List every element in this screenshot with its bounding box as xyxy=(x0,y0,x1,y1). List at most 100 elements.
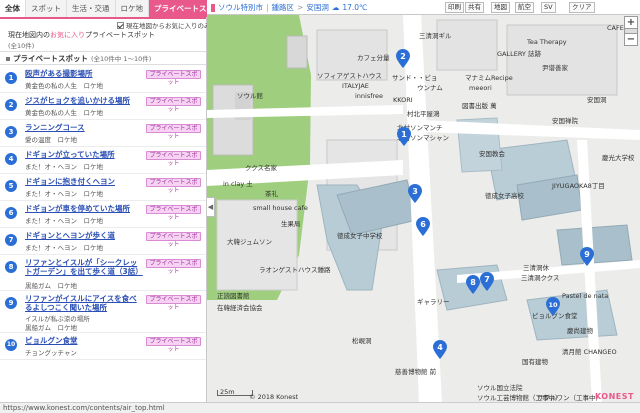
list-item[interactable]: 2 ジスがヒョクを追いかける場所 黄金色の私の人生 ロケ地 プライベートスポット xyxy=(0,93,206,120)
map-label: 三清洞ギル xyxy=(419,32,452,40)
list-item[interactable]: 3 ランニングコース 愛の温度 ロケ地 プライベートスポット xyxy=(0,120,206,147)
map-canvas xyxy=(207,0,640,402)
private-spot-badge: プライベートスポット xyxy=(146,151,201,167)
streetview-button[interactable]: SV xyxy=(541,2,556,13)
spot-title-link[interactable]: ドギョンが立っていた場所 xyxy=(25,150,140,159)
spot-title-link[interactable]: ドギョンに抱き付くヘヨン xyxy=(25,177,140,186)
map-label: 在韓経済会協会 xyxy=(217,304,263,312)
marker-number: 1 xyxy=(401,130,407,139)
spot-title-link[interactable]: ピョルグン食堂 xyxy=(25,336,140,345)
tab-life-transport[interactable]: 生活・交通 xyxy=(67,0,116,17)
map-label: innisfree xyxy=(355,92,384,100)
map-marker[interactable]: 7 xyxy=(479,272,495,292)
map-copyright: © 2018 Konest xyxy=(249,393,299,401)
map-label: CAFE xyxy=(607,24,624,32)
list-item[interactable]: 5 ドギョンに抱き付くヘヨン また！オ・ヘヨン ロケ地 プライベートスポット xyxy=(0,174,206,201)
map-label: 慈善博物館 前 xyxy=(395,368,437,376)
map-label: Pastel de nata xyxy=(562,292,609,300)
map-label: ITALYJAE xyxy=(342,82,369,90)
marker-number: 9 xyxy=(584,250,590,259)
spot-title-link[interactable]: ランニングコース xyxy=(25,123,140,132)
spot-title-link[interactable]: 殴声がある撮影場所 xyxy=(25,69,140,78)
marker-number: 10 xyxy=(548,301,558,309)
print-button[interactable]: 印刷 xyxy=(445,2,464,13)
list-item[interactable]: 1 殴声がある撮影場所 黄金色の私の人生 ロケ地 プライベートスポット xyxy=(0,66,206,93)
map-mode-button[interactable]: 地図 xyxy=(491,2,510,13)
list-item[interactable]: 4 ドギョンが立っていた場所 また！オ・ヘヨン ロケ地 プライベートスポット xyxy=(0,147,206,174)
spot-title-link[interactable]: リファンがイスルにアイスを食べるよしつこく聞いた場所 xyxy=(25,294,140,312)
map-view[interactable]: ソウル特別市 | 鍾路区 > 安国洞 ☁ 17.0℃ 印刷 共有 地図 航空 S… xyxy=(207,0,640,402)
spot-subtitle: また！オ・ヘヨン ロケ地 xyxy=(25,163,103,171)
list-item[interactable]: 10 ピョルグン食堂 チョングッチャン プライベートスポット xyxy=(0,333,206,360)
spot-title-link[interactable]: リファンとイスルが「シークレットガーデン」を出て歩く道（3話） xyxy=(25,258,143,276)
spot-title-link[interactable]: ジスがヒョクを追いかける場所 xyxy=(25,96,140,105)
map-label: 図書出版 萬 xyxy=(462,102,497,110)
map-marker[interactable]: 10 xyxy=(545,297,561,317)
tab-all[interactable]: 全体 xyxy=(0,0,26,17)
marker-number: 3 xyxy=(412,187,418,196)
spot-subtitle: 黄金色の私の人生 ロケ地 xyxy=(25,109,103,117)
map-label: 徳成女子高校 xyxy=(485,192,524,200)
marker-number-badge: 7 xyxy=(5,234,17,246)
spot-subtitle: 黄金色の私の人生 ロケ地 xyxy=(25,82,103,90)
list-item[interactable]: 7 ドギョンとヘヨンが歩く道 また！オ・ヘヨン ロケ地 プライベートスポット xyxy=(0,228,206,255)
private-spot-badge: プライベートスポット xyxy=(146,337,201,353)
tab-spots[interactable]: スポット xyxy=(26,0,67,17)
spot-title-link[interactable]: ドギョンが車を停めていた場所 xyxy=(25,204,140,213)
section-count: (全10件中 1〜10件) xyxy=(91,55,152,63)
marker-number-badge: 6 xyxy=(5,207,17,219)
spot-subtitle: また！オ・ヘヨン ロケ地 xyxy=(25,217,103,225)
breadcrumb-area[interactable]: 安国洞 xyxy=(306,2,329,13)
status-bar: https://www.konest.com/contents/air_top.… xyxy=(0,402,640,413)
map-label: ソウル館 xyxy=(237,92,263,100)
map-marker[interactable]: 6 xyxy=(415,217,431,237)
marker-number-badge: 2 xyxy=(5,99,17,111)
map-label: 大韓ジュムソン xyxy=(227,238,273,246)
map-label: 清月館 CHANGEO xyxy=(562,348,617,356)
section-header: プライベートスポット (全10件中 1〜10件) xyxy=(0,51,206,65)
map-label: 慶尚建物 xyxy=(567,327,593,335)
map-label: 尹谱善家 xyxy=(542,64,568,72)
list-item[interactable]: 9 リファンがイスルにアイスを食べるよしつこく聞いた場所 イスルが私ぶ涼の場所 … xyxy=(0,291,206,333)
zoom-in-button[interactable]: + xyxy=(624,16,638,29)
map-marker[interactable]: 2 xyxy=(395,49,411,69)
konest-logo: KONEST xyxy=(594,392,634,401)
map-label: 三清洞休 xyxy=(523,264,549,272)
list-item[interactable]: 8 リファンとイスルが「シークレットガーデン」を出て歩く道（3話） 黒船ガム ロ… xyxy=(0,255,206,291)
collapse-sidebar-button[interactable]: ◀ xyxy=(207,197,215,217)
zoom-out-button[interactable]: − xyxy=(624,33,638,46)
map-label: ソウル国立法院 xyxy=(477,384,523,392)
map-label: マナミムRecipe xyxy=(465,74,513,82)
map-marker[interactable]: 9 xyxy=(579,247,595,267)
favorites-info: 現在地図内のお気に入りプライベートスポット xyxy=(8,31,155,40)
private-spot-badge: プライベートスポット xyxy=(146,97,201,113)
spot-subtitle: チョングッチャン xyxy=(25,349,77,357)
spot-subtitle: 黒船ガム ロケ地 xyxy=(25,282,77,290)
map-toolbar: ソウル特別市 | 鍾路区 > 安国洞 ☁ 17.0℃ 印刷 共有 地図 航空 S… xyxy=(207,0,640,15)
info-count: (全10件) xyxy=(8,42,35,50)
map-label: Tea Therapy xyxy=(527,38,567,46)
map-label: JIYUGAOKA8丁目 xyxy=(552,182,605,190)
breadcrumb-city[interactable]: ソウル特別市 xyxy=(218,2,263,13)
info-highlight: お気に入り xyxy=(50,31,85,39)
list-item[interactable]: 6 ドギョンが車を停めていた場所 また！オ・ヘヨン ロケ地 プライベートスポット xyxy=(0,201,206,228)
breadcrumb-separator: | xyxy=(266,3,269,12)
clear-button[interactable]: クリア xyxy=(569,2,595,13)
breadcrumb-district[interactable]: 鍾路区 xyxy=(272,2,295,13)
aerial-mode-button[interactable]: 航空 xyxy=(515,2,534,13)
map-label: 生果局 xyxy=(281,220,301,228)
map-marker[interactable]: 1 xyxy=(396,127,412,147)
map-label: 徳成女子中学校 xyxy=(337,232,383,240)
marker-number-badge: 3 xyxy=(5,126,17,138)
marker-number-badge: 8 xyxy=(5,261,17,273)
map-marker[interactable]: 3 xyxy=(407,184,423,204)
tab-locations[interactable]: ロケ地 xyxy=(115,0,149,17)
share-button[interactable]: 共有 xyxy=(465,2,484,13)
private-spot-badge: プライベートスポット xyxy=(146,205,201,221)
spot-title-link[interactable]: ドギョンとヘヨンが歩く道 xyxy=(25,231,140,240)
spot-list: 1 殴声がある撮影場所 黄金色の私の人生 ロケ地 プライベートスポット 2 ジス… xyxy=(0,66,206,360)
info-suffix: プライベートスポット xyxy=(85,31,155,39)
favorites-checkbox[interactable] xyxy=(117,21,124,29)
map-marker[interactable]: 4 xyxy=(432,340,448,360)
map-label: 国有建物 xyxy=(522,358,548,366)
